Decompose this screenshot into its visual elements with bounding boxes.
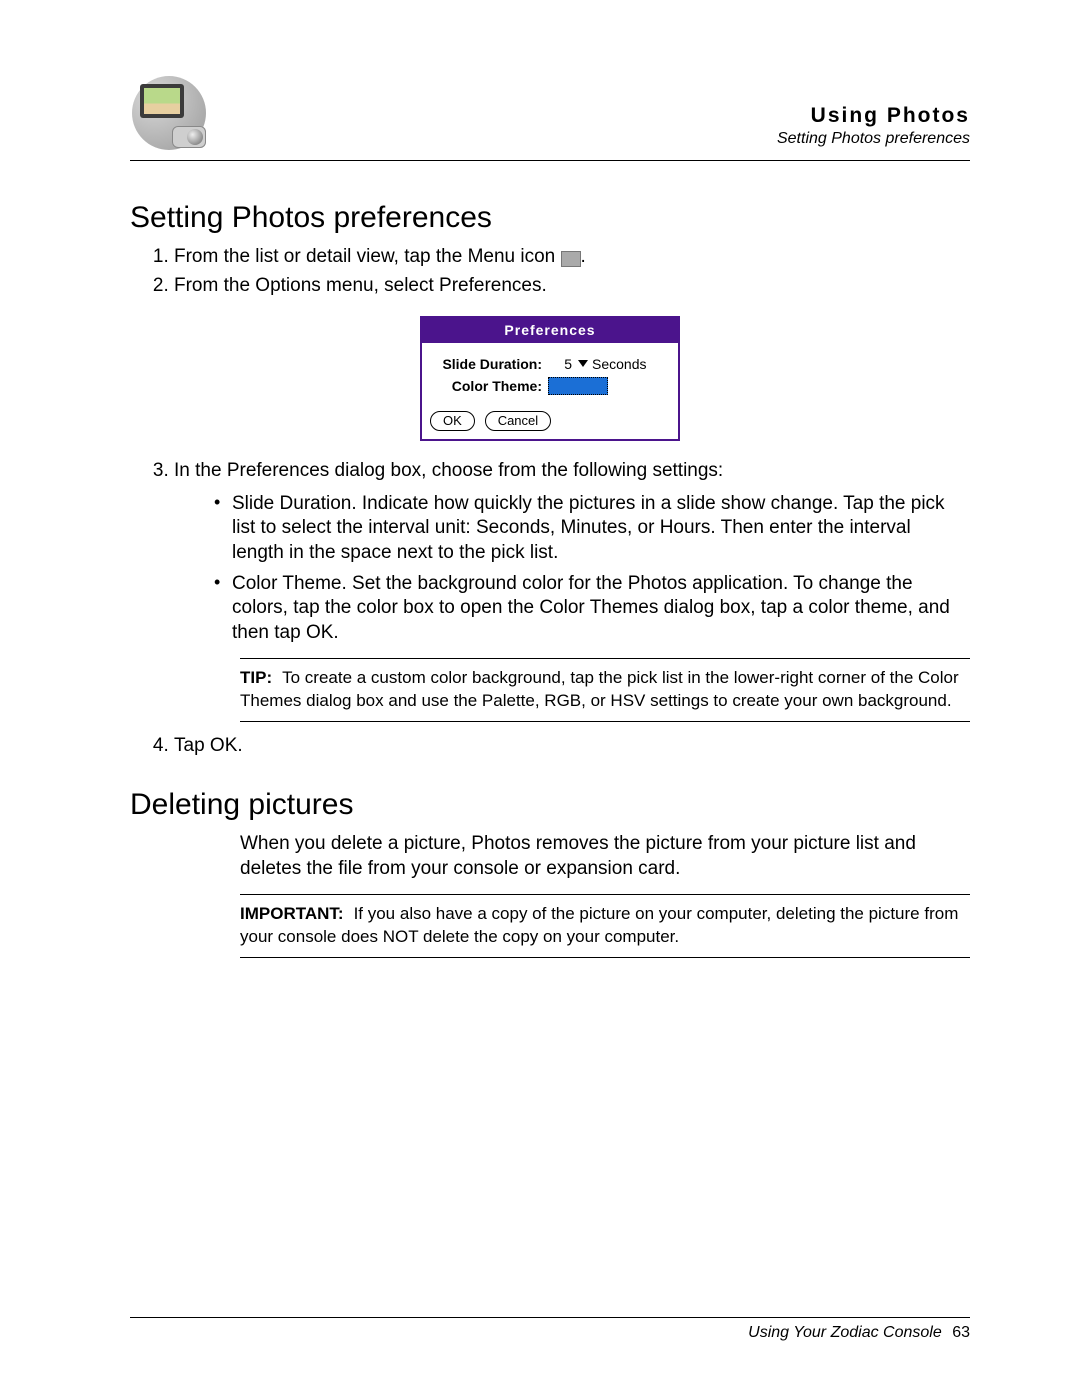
page-footer: Using Your Zodiac Console 63 <box>130 1317 970 1342</box>
header-chapter: Using Photos <box>777 102 970 129</box>
step-3: In the Preferences dialog box, choose fr… <box>174 459 950 646</box>
step-2: From the Options menu, select Preference… <box>174 274 950 299</box>
color-theme-swatch[interactable] <box>548 377 608 395</box>
header-section: Setting Photos preferences <box>777 129 970 150</box>
color-theme-label: Color Theme: <box>432 377 548 395</box>
tip-block: TIP:To create a custom color background,… <box>240 658 970 722</box>
section-title-preferences: Setting Photos preferences <box>130 201 970 235</box>
deleting-intro: When you delete a picture, Photos remove… <box>240 832 970 881</box>
preferences-content: From the list or detail view, tap the Me… <box>130 245 970 758</box>
page-header: Using Photos Setting Photos preferences <box>130 80 970 161</box>
color-theme-row: Color Theme: <box>432 377 668 395</box>
header-text: Using Photos Setting Photos preferences <box>777 102 970 150</box>
bullet-color-theme: Color Theme. Set the background color fo… <box>214 572 950 646</box>
menu-icon <box>561 251 581 267</box>
slide-duration-label: Slide Duration: <box>432 355 548 373</box>
step-3-text: In the Preferences dialog box, choose fr… <box>174 460 723 481</box>
important-label: IMPORTANT: <box>240 904 344 923</box>
page: Using Photos Setting Photos preferences … <box>0 0 1080 1397</box>
dialog-title: Preferences <box>422 318 678 342</box>
chevron-down-icon[interactable] <box>578 360 588 367</box>
step-1-text-a: From the list or detail view, tap the Me… <box>174 246 561 267</box>
tip-label: TIP: <box>240 668 272 687</box>
slide-duration-row: Slide Duration: 5 Seconds <box>432 355 668 373</box>
slide-duration-value[interactable]: 5 <box>548 355 574 373</box>
section-title-deleting: Deleting pictures <box>130 788 970 822</box>
footer-page-number: 63 <box>952 1324 970 1341</box>
cancel-button[interactable]: Cancel <box>485 411 551 431</box>
step-4: Tap OK. <box>174 734 950 759</box>
bullet-slide-duration: Slide Duration. Indicate how quickly the… <box>214 492 950 566</box>
ok-button[interactable]: OK <box>430 411 475 431</box>
photos-app-icon <box>130 80 210 150</box>
important-body: If you also have a copy of the picture o… <box>240 904 958 946</box>
step-1-text-b: . <box>581 246 586 267</box>
footer-doc-title: Using Your Zodiac Console <box>748 1324 942 1341</box>
important-block: IMPORTANT:If you also have a copy of the… <box>240 894 970 958</box>
tip-body: To create a custom color background, tap… <box>240 668 959 710</box>
slide-duration-unit[interactable]: Seconds <box>592 355 646 373</box>
step-1: From the list or detail view, tap the Me… <box>174 245 950 270</box>
deleting-content: When you delete a picture, Photos remove… <box>130 832 970 957</box>
preferences-dialog-screenshot: Preferences Slide Duration: 5 Seconds Co… <box>420 316 680 441</box>
